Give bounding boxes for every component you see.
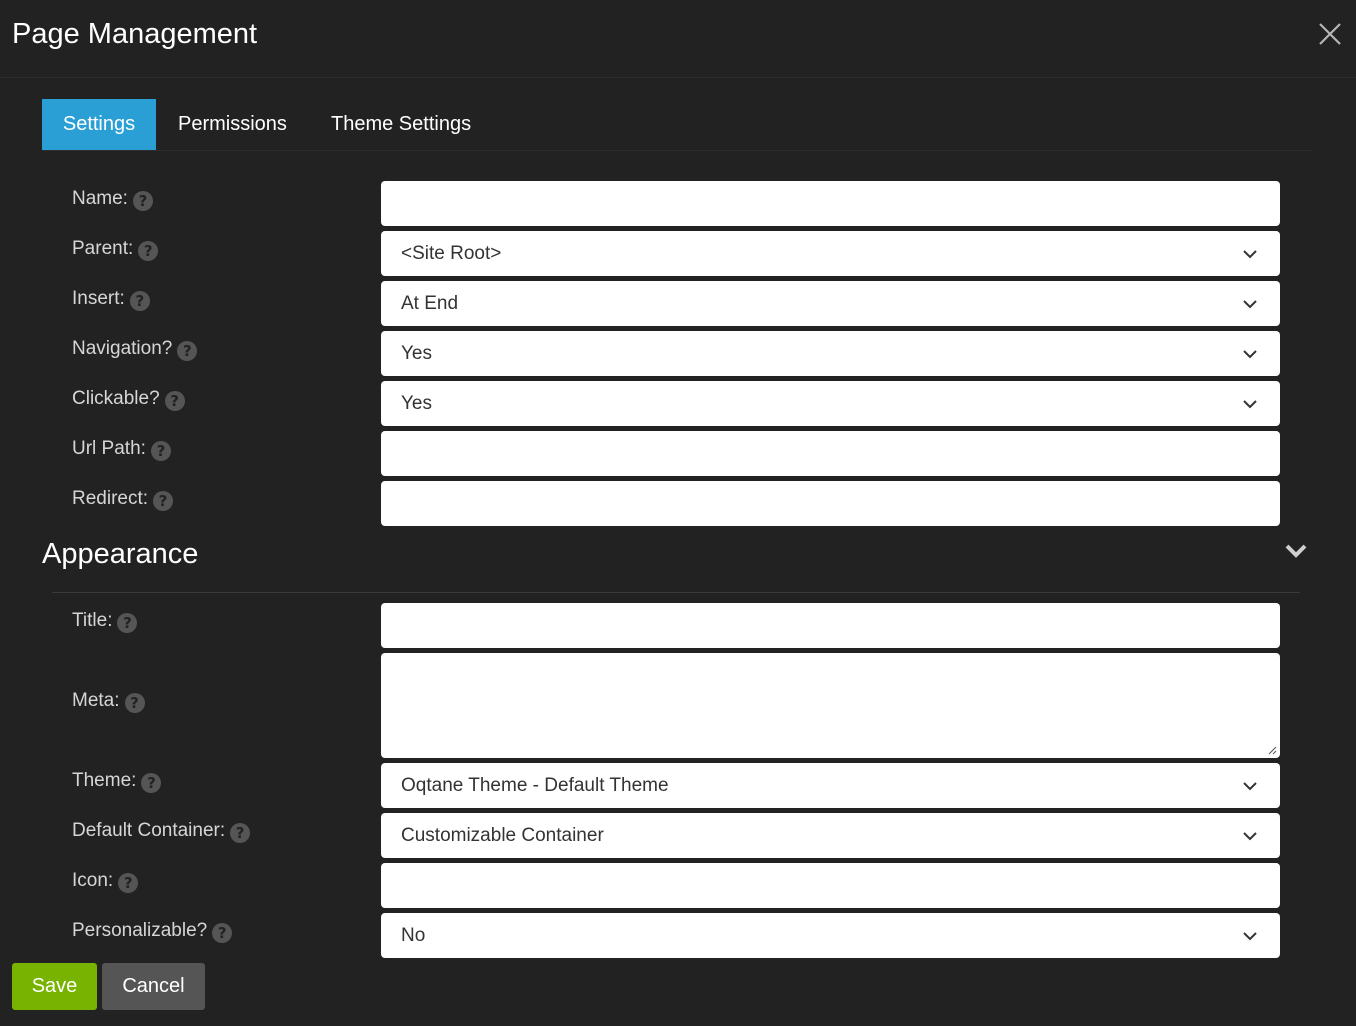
title-label: Title: ? [72, 609, 138, 633]
tab-bar: Settings Permissions Theme Settings [42, 99, 1312, 151]
redirect-input[interactable] [381, 481, 1280, 526]
tab-theme-settings[interactable]: Theme Settings [311, 99, 491, 150]
appearance-section-title: Appearance [42, 538, 199, 570]
help-icon[interactable]: ? [230, 822, 251, 843]
name-label: Name: ? [72, 187, 153, 211]
close-icon[interactable] [1316, 20, 1344, 48]
modal-header: Page Management [0, 0, 1356, 78]
personalizable-select-value: No [401, 925, 426, 946]
navigation-select[interactable]: Yes [381, 331, 1280, 376]
help-icon[interactable]: ? [138, 240, 159, 261]
navigation-select-value: Yes [401, 343, 432, 364]
help-icon[interactable]: ? [118, 872, 139, 893]
clickable-select[interactable]: Yes [381, 381, 1280, 426]
help-icon[interactable]: ? [132, 190, 153, 211]
navigation-label: Navigation? ? [72, 337, 198, 361]
chevron-down-icon[interactable] [1284, 540, 1308, 562]
theme-label: Theme: ? [72, 769, 162, 793]
insert-select-value: At End [401, 293, 459, 314]
parent-label: Parent: ? [72, 237, 159, 261]
default-container-label: Default Container: ? [72, 819, 251, 843]
help-icon[interactable]: ? [150, 440, 171, 461]
help-icon[interactable]: ? [177, 340, 198, 361]
theme-select[interactable]: Oqtane Theme - Default Theme [381, 763, 1280, 808]
clickable-label: Clickable? ? [72, 387, 185, 411]
chevron-down-icon [1243, 782, 1257, 791]
cancel-button[interactable]: Cancel [102, 963, 205, 1010]
help-icon[interactable]: ? [212, 922, 233, 943]
chevron-down-icon [1243, 300, 1257, 309]
insert-select[interactable]: At End [381, 281, 1280, 326]
name-input[interactable] [381, 181, 1280, 226]
theme-select-value: Oqtane Theme - Default Theme [401, 775, 669, 796]
help-icon[interactable]: ? [129, 290, 150, 311]
icon-input[interactable] [381, 863, 1280, 908]
clickable-select-value: Yes [401, 393, 432, 414]
default-container-select-value: Customizable Container [401, 825, 604, 846]
chevron-down-icon [1243, 250, 1257, 259]
help-icon[interactable]: ? [117, 612, 138, 633]
meta-textarea[interactable] [381, 653, 1280, 758]
default-container-select[interactable]: Customizable Container [381, 813, 1280, 858]
parent-select[interactable]: <Site Root> [381, 231, 1280, 276]
help-icon[interactable]: ? [153, 490, 174, 511]
save-button[interactable]: Save [12, 963, 97, 1010]
help-icon[interactable]: ? [141, 772, 162, 793]
section-divider [52, 592, 1300, 593]
chevron-down-icon [1243, 932, 1257, 941]
help-icon[interactable]: ? [164, 390, 185, 411]
chevron-down-icon [1243, 832, 1257, 841]
chevron-down-icon [1243, 400, 1257, 409]
url-path-input[interactable] [381, 431, 1280, 476]
personalizable-label: Personalizable? ? [72, 919, 233, 943]
tab-settings[interactable]: Settings [42, 99, 156, 150]
insert-label: Insert: ? [72, 287, 150, 311]
tab-permissions[interactable]: Permissions [158, 99, 307, 150]
resize-grip-icon[interactable] [1267, 745, 1277, 755]
url-path-label: Url Path: ? [72, 437, 171, 461]
icon-label: Icon: ? [72, 869, 139, 893]
meta-label: Meta: ? [72, 689, 145, 713]
personalizable-select[interactable]: No [381, 913, 1280, 958]
chevron-down-icon [1243, 350, 1257, 359]
parent-select-value: <Site Root> [401, 243, 502, 264]
title-input[interactable] [381, 603, 1280, 648]
help-icon[interactable]: ? [124, 692, 145, 713]
redirect-label: Redirect: ? [72, 487, 174, 511]
page-title: Page Management [12, 18, 258, 50]
